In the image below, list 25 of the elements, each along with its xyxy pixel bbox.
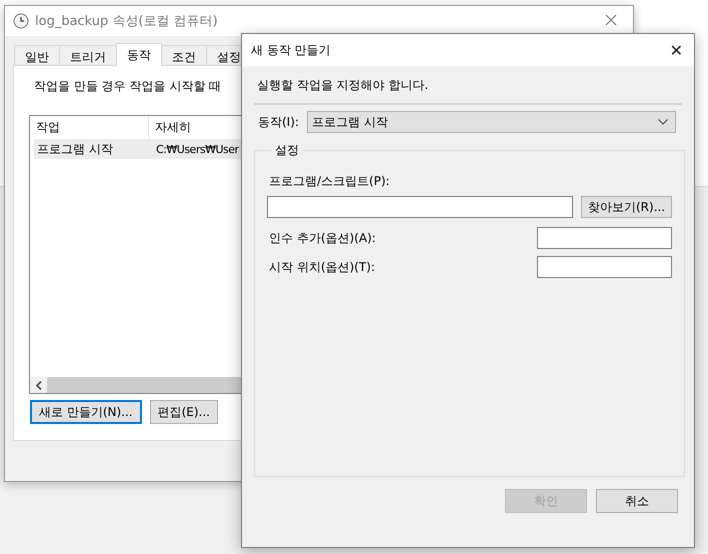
instruction-text: 실행할 작업을 지정해야 합니다. [257,77,430,94]
group-title: 설정 [274,142,300,159]
tab[interactable]: 트리거 [59,45,117,65]
cancel-button[interactable]: 취소 [596,489,678,513]
program-field[interactable] [267,196,573,218]
tab[interactable]: 일반 [14,45,60,65]
description-text: 작업을 만들 경우 작업을 시작할 때 [34,78,222,95]
new-button[interactable]: 새로 만들기(N)... [30,400,142,424]
close-icon[interactable] [605,14,617,26]
edit-button[interactable]: 편집(E)... [150,400,218,424]
arguments-label: 인수 추가(옵션)(A): [269,230,376,246]
scroll-left-icon[interactable] [36,380,42,390]
browse-button[interactable]: 찾아보기(R)... [581,196,672,218]
program-label: 프로그램/스크립트(P): [269,173,391,190]
tab[interactable]: 조건 [161,45,207,65]
chevron-down-icon [658,119,668,125]
arguments-field[interactable] [537,227,672,249]
dialog-title: 새 동작 만들기 [251,42,331,58]
start-in-label: 시작 위치(옵션)(T): [269,258,375,276]
start-in-field[interactable] [537,256,672,278]
clock-icon [13,13,29,29]
close-button[interactable]: ✕ [668,40,685,60]
action-dropdown[interactable]: 프로그램 시작 [306,111,676,133]
tab[interactable]: 동작 [116,43,162,66]
window-title: log_backup 속성(로컬 컴퓨터) [35,13,218,30]
